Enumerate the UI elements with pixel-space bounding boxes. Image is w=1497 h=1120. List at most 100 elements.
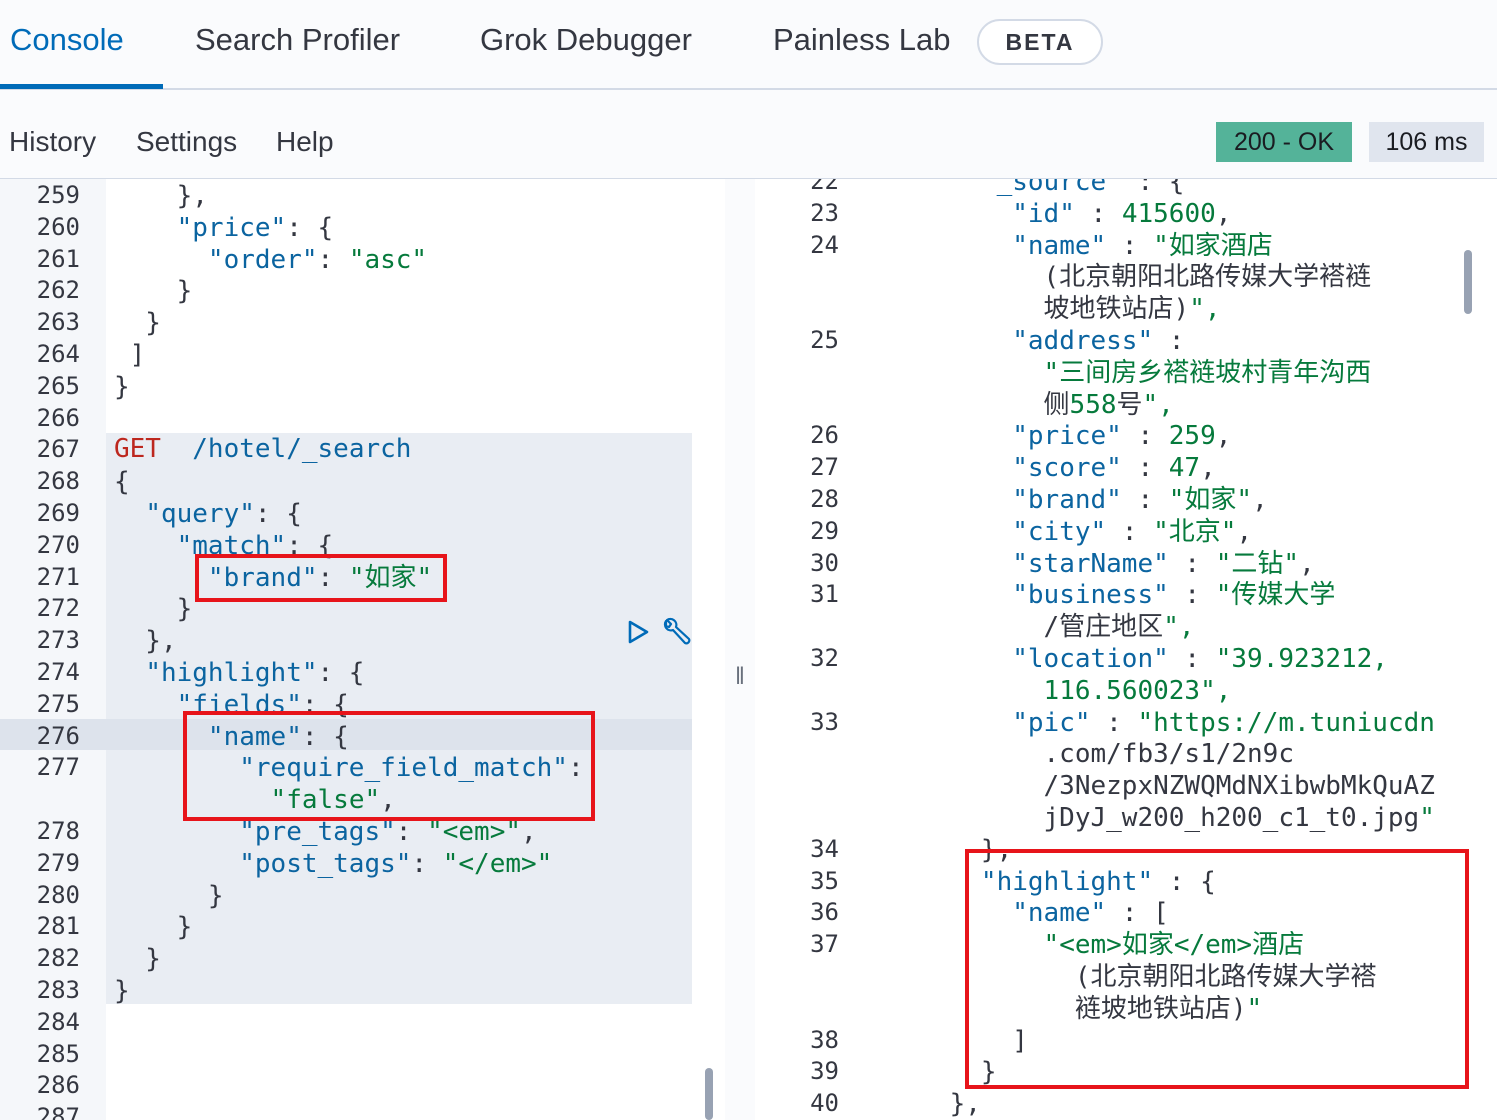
- run-icon[interactable]: [626, 619, 650, 645]
- line-number: 35: [810, 866, 839, 895]
- code-line: },: [114, 181, 208, 211]
- code-line: },: [114, 626, 177, 657]
- tab-painless-lab[interactable]: Painless Lab: [773, 22, 951, 58]
- line-number: 36: [810, 898, 839, 927]
- line-number: 29: [810, 516, 839, 545]
- line-number: 40: [810, 1089, 839, 1118]
- line-number: 283: [36, 976, 80, 1004]
- code-line: }: [114, 944, 161, 975]
- code-line: 侧558号",: [887, 389, 1174, 420]
- line-number: 285: [36, 1039, 80, 1068]
- code-line: "score" : 47,: [1012, 453, 1216, 484]
- code-line: .com/fb3/s1/2n9c: [887, 739, 1294, 770]
- line-number: 270: [36, 530, 80, 559]
- line-number: 284: [36, 1007, 80, 1036]
- editor-scrollbar[interactable]: [705, 1068, 713, 1120]
- line-number: 276: [36, 721, 80, 750]
- annotation-box-require-field-match: [183, 711, 595, 821]
- annotation-box-brand-query: [195, 554, 447, 602]
- settings-button[interactable]: Settings: [136, 126, 237, 158]
- line-number: 24: [810, 230, 839, 259]
- line-number: 265: [36, 371, 80, 400]
- code-line: "highlight": {: [145, 658, 365, 688]
- history-button[interactable]: History: [9, 126, 96, 158]
- code-line: "id" : 415600,: [1012, 198, 1232, 229]
- code-line: "city" : "北京",: [1012, 516, 1253, 547]
- request-line: GET /hotel/_search: [114, 434, 411, 466]
- code-line: "business" : "传媒大学: [1012, 580, 1336, 611]
- help-button[interactable]: Help: [276, 126, 334, 158]
- line-number: 28: [810, 485, 839, 513]
- code-line: "brand" : "如家",: [1012, 485, 1268, 515]
- line-number: 25: [810, 326, 839, 354]
- line-number: 30: [810, 548, 839, 577]
- line-number: 287: [36, 1103, 80, 1120]
- line-number: 268: [36, 467, 80, 496]
- line-number: 37: [810, 930, 839, 959]
- line-number: 261: [36, 244, 80, 273]
- line-number: 263: [36, 308, 80, 337]
- line-number: 32: [810, 644, 839, 672]
- resize-handle-icon[interactable]: ‖: [735, 663, 745, 691]
- line-number: 264: [36, 340, 80, 368]
- line-number: 260: [36, 212, 80, 241]
- line-number: 286: [36, 1071, 80, 1100]
- tab-console[interactable]: Console: [10, 22, 124, 58]
- code-line: {: [114, 467, 130, 498]
- active-tab-indicator: [0, 84, 163, 89]
- code-line: "starName" : "二钻",: [1012, 548, 1315, 579]
- line-number: 39: [810, 1057, 839, 1086]
- code-line: },: [887, 1089, 981, 1120]
- code-line: ]: [114, 340, 146, 370]
- line-number: 33: [810, 707, 839, 736]
- line-number: 26: [810, 421, 839, 450]
- line-number: 266: [36, 403, 80, 432]
- code-line: }: [114, 371, 130, 402]
- line-number: 278: [36, 817, 80, 845]
- code-line: "post_tags": "</em>": [239, 848, 553, 879]
- console-toolbar: History Settings Help 200 - OK 106 ms: [0, 90, 1497, 179]
- line-number: 281: [36, 912, 80, 941]
- code-line: }: [114, 594, 193, 625]
- line-number: 262: [36, 276, 80, 305]
- tab-search-profiler[interactable]: Search Profiler: [195, 22, 400, 58]
- line-number: 269: [36, 499, 80, 527]
- line-number: 27: [810, 453, 839, 482]
- code-line: "price" : 259,: [1012, 421, 1232, 452]
- code-line: "name" : "如家酒店: [1012, 230, 1273, 261]
- code-line: "_source" : {: [980, 179, 1185, 197]
- code-line: "query": {: [145, 499, 302, 529]
- line-number: 267: [36, 435, 80, 464]
- line-number: 277: [36, 753, 80, 782]
- line-number: 280: [36, 880, 80, 909]
- line-number: 34: [810, 834, 839, 863]
- line-number: 273: [36, 626, 80, 655]
- wrench-icon[interactable]: [660, 616, 694, 650]
- request-method: GET: [114, 434, 161, 464]
- line-number: 259: [36, 181, 80, 209]
- code-line: }: [114, 976, 130, 1006]
- request-path: /hotel/_search: [192, 434, 412, 464]
- tab-grok-debugger[interactable]: Grok Debugger: [480, 22, 692, 58]
- code-line: "location" : "39.923212,: [1012, 644, 1388, 674]
- line-number: 38: [810, 1025, 839, 1054]
- request-time-badge: 106 ms: [1369, 122, 1484, 162]
- line-number: 271: [36, 562, 80, 591]
- status-badge: 200 - OK: [1216, 122, 1352, 162]
- code-line: }: [114, 880, 224, 911]
- annotation-box-highlight-result: [965, 849, 1469, 1089]
- code-line: (北京朝阳北路传媒大学褡裢: [887, 262, 1372, 293]
- line-number: 272: [36, 594, 80, 623]
- code-line: 116.560023",: [1043, 675, 1232, 706]
- line-number: 22: [810, 179, 839, 195]
- code-line: "pic" : "https://m.tuniucdn: [1012, 707, 1435, 738]
- line-number: 274: [36, 658, 80, 686]
- line-number: 23: [810, 198, 839, 227]
- code-line: "三间房乡褡裢坡村青年沟西: [1043, 357, 1372, 388]
- request-editor[interactable]: 259 }, 260 "price": {261 "order": "asc" 26…: [0, 179, 725, 1120]
- pane-divider[interactable]: [725, 179, 755, 1120]
- line-number: 275: [36, 689, 80, 718]
- response-scrollbar[interactable]: [1464, 250, 1472, 314]
- code-line: }: [114, 276, 193, 307]
- code-line: "pre_tags": "<em>",: [239, 817, 537, 847]
